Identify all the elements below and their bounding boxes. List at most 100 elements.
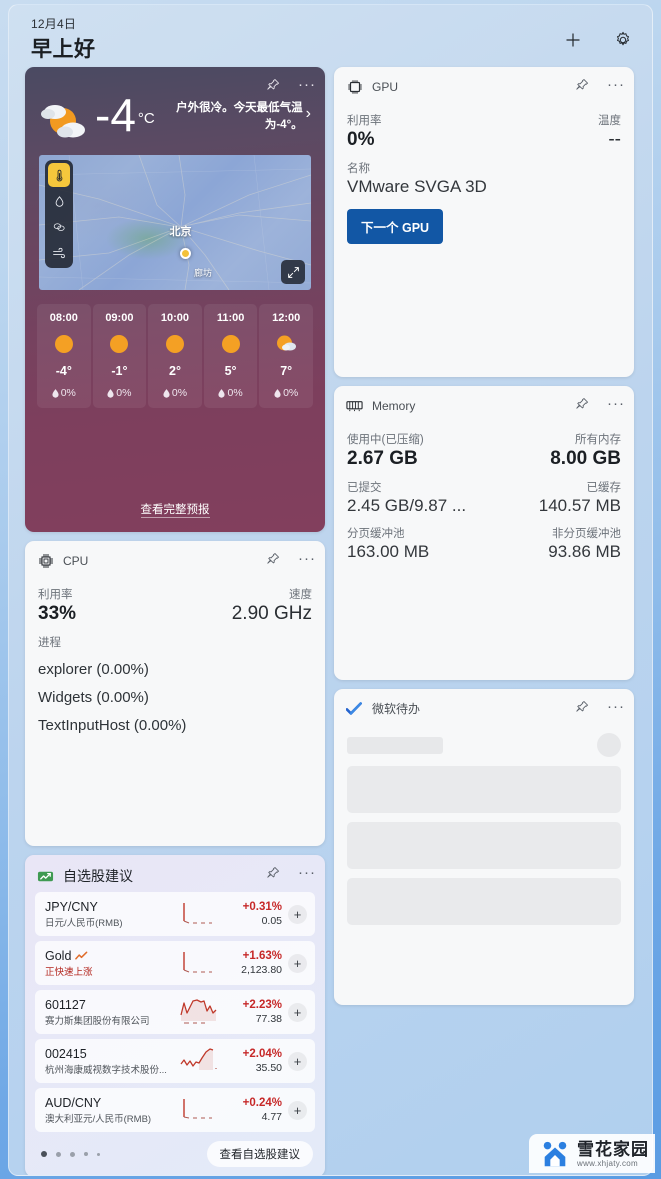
snowflake-house-icon bbox=[543, 1141, 567, 1167]
add-stock-button[interactable]: + bbox=[288, 904, 307, 924]
gpu-usage-label: 利用率 bbox=[347, 115, 382, 127]
hour-temp: -1° bbox=[111, 364, 128, 378]
wind-layer-icon[interactable] bbox=[48, 241, 70, 265]
pin-icon bbox=[576, 398, 589, 409]
add-stock-button[interactable]: + bbox=[288, 1100, 307, 1120]
memory-widget[interactable]: Memory ··· 使用中(已压缩) 所有内存 2.67 GB 8.00 GB… bbox=[334, 386, 634, 680]
page-dot[interactable] bbox=[56, 1151, 61, 1157]
weather-description-wrap[interactable]: 户外很冷。今天最低气温为-4°。 › bbox=[163, 93, 311, 134]
cpu-title: CPU bbox=[63, 553, 89, 568]
cpu-header-actions: ··· bbox=[265, 551, 315, 567]
cpu-values-row: 33% 2.90 GHz bbox=[38, 602, 312, 625]
pin-button[interactable] bbox=[265, 551, 281, 567]
cpu-usage-value: 33% bbox=[38, 603, 77, 624]
hour-time: 09:00 bbox=[105, 312, 134, 324]
page-dot[interactable] bbox=[97, 1152, 100, 1156]
hour-temp: 2° bbox=[169, 364, 181, 378]
pin-button[interactable] bbox=[574, 699, 590, 715]
map-city-label-2: 廊坊 bbox=[194, 267, 213, 278]
watermark-url: www.xhjaty.com bbox=[577, 1158, 638, 1168]
panel-header: 12月4日 早上好 bbox=[9, 5, 652, 67]
page-dot[interactable] bbox=[41, 1151, 47, 1157]
temperature-layer-icon[interactable] bbox=[48, 163, 70, 187]
stock-names: 002415 杭州海康威视数字技术股份... bbox=[45, 1047, 172, 1076]
memory-values-row-1: 2.67 GB 8.00 GB bbox=[347, 447, 621, 470]
gpu-temp-value: -- bbox=[608, 129, 621, 150]
memory-nonpaged-label: 非分页缓冲池 bbox=[552, 528, 621, 540]
memory-total-label: 所有内存 bbox=[575, 434, 621, 446]
more-options-button[interactable]: ··· bbox=[298, 77, 315, 93]
cpu-body: 利用率 速度 33% 2.90 GHz 进程 explorer (0.00%) … bbox=[25, 573, 325, 748]
stock-row[interactable]: Gold 正快速上涨 +1.63% 2,123.80 + bbox=[35, 941, 315, 985]
todo-skeleton-header bbox=[347, 733, 621, 757]
gpu-widget[interactable]: GPU ··· 利用率 温度 0% -- 名称 VMware SVGA 3D 下… bbox=[334, 67, 634, 377]
hour-item[interactable]: 12:00 7° 0% bbox=[259, 304, 313, 408]
memory-header: Memory ··· bbox=[334, 386, 634, 418]
next-gpu-button[interactable]: 下一个 GPU bbox=[347, 209, 444, 244]
add-stock-button[interactable]: + bbox=[288, 1002, 307, 1022]
hour-item[interactable]: 09:00 -1° 0% bbox=[92, 304, 147, 408]
add-stock-button[interactable]: + bbox=[288, 953, 307, 973]
todo-header: 微软待办 ··· bbox=[334, 689, 634, 721]
stock-row[interactable]: 002415 杭州海康威视数字技术股份... +2.04% 35.50 + bbox=[35, 1039, 315, 1083]
stock-row[interactable]: JPY/CNY 日元/人民币(RMB) +0.31% 0.05 + bbox=[35, 892, 315, 936]
gpu-name-label: 名称 bbox=[347, 163, 370, 175]
page-dot[interactable] bbox=[70, 1151, 75, 1157]
view-stocks-link[interactable]: 查看自选股建议 bbox=[206, 1141, 313, 1167]
partly-cloudy-icon bbox=[275, 333, 297, 355]
page-dot[interactable] bbox=[84, 1152, 88, 1156]
hour-item[interactable]: 08:00 -4° 0% bbox=[37, 304, 91, 408]
more-options-button[interactable]: ··· bbox=[607, 77, 624, 93]
stocks-widget[interactable]: 自选股建议 ··· JPY/CNY 日元/人民币(RMB) +0.31% 0.0… bbox=[25, 855, 325, 1175]
pin-button[interactable] bbox=[265, 865, 281, 881]
memory-cached-value: 140.57 MB bbox=[538, 496, 621, 515]
cpu-widget[interactable]: CPU ··· 利用率 速度 33% 2.90 GHz 进程 explorer … bbox=[25, 541, 325, 846]
cpu-speed-value: 2.90 GHz bbox=[231, 603, 312, 624]
hour-precip: 0% bbox=[274, 387, 298, 399]
sparkline-chart bbox=[183, 952, 212, 973]
stock-change-percent: +2.23% bbox=[242, 999, 282, 1011]
weather-map[interactable]: 北京 廊坊 bbox=[39, 155, 311, 290]
stock-row[interactable]: 601127 赛力斯集团股份有限公司 +2.23% 77.38 + bbox=[35, 990, 315, 1034]
full-forecast-link[interactable]: 查看完整预报 bbox=[140, 504, 210, 518]
stock-subtitle: 杭州海康威视数字技术股份... bbox=[45, 1064, 167, 1076]
more-options-button[interactable]: ··· bbox=[607, 699, 624, 715]
stock-numbers: +1.63% 2,123.80 bbox=[226, 950, 282, 976]
stock-row[interactable]: AUD/CNY 澳大利亚元/人民币(RMB) +0.24% 4.77 + bbox=[35, 1088, 315, 1132]
weather-description: 户外很冷。今天最低气温为-4°。 bbox=[176, 102, 303, 131]
memory-paged-value: 163.00 MB bbox=[347, 542, 430, 561]
hourly-forecast: 08:00 -4° 0% 09:00 -1° 0% 10:00 2° 0% 11… bbox=[37, 304, 313, 408]
add-stock-button[interactable]: + bbox=[288, 1051, 307, 1071]
memory-values-row-3: 163.00 MB 93.86 MB bbox=[347, 541, 621, 562]
stock-symbol-text: Gold bbox=[45, 948, 72, 963]
todo-widget[interactable]: 微软待办 ··· bbox=[334, 689, 634, 1005]
memory-total-value: 8.00 GB bbox=[550, 448, 621, 469]
cpu-processes-label: 进程 bbox=[38, 637, 61, 649]
map-expand-button[interactable] bbox=[281, 260, 305, 284]
weather-header-actions: ··· bbox=[265, 77, 315, 93]
add-widget-button[interactable] bbox=[562, 29, 584, 51]
hour-item[interactable]: 10:00 2° 0% bbox=[148, 304, 202, 408]
more-options-button[interactable]: ··· bbox=[298, 551, 315, 567]
stocks-header-actions: ··· bbox=[265, 865, 315, 881]
stocks-title: 自选股建议 bbox=[63, 868, 133, 884]
more-options-button[interactable]: ··· bbox=[298, 865, 315, 881]
page-indicator bbox=[41, 1151, 100, 1157]
pin-button[interactable] bbox=[265, 77, 281, 93]
sparkline-chart bbox=[183, 1099, 212, 1119]
temperature-value: -4 bbox=[95, 89, 136, 141]
precipitation-layer-icon[interactable] bbox=[48, 189, 70, 213]
pin-button[interactable] bbox=[574, 77, 590, 93]
hour-item[interactable]: 11:00 5° 0% bbox=[203, 304, 258, 408]
pin-button[interactable] bbox=[574, 396, 590, 412]
gear-icon bbox=[617, 31, 629, 46]
cpu-labels-row: 利用率 速度 bbox=[38, 577, 312, 602]
weather-widget[interactable]: ··· -4 °C 户外很冷。今天最低气温为-4°。 › 北京 廊坊 08:00… bbox=[25, 67, 325, 532]
more-options-button[interactable]: ··· bbox=[607, 396, 624, 412]
settings-button[interactable] bbox=[612, 29, 634, 51]
memory-paged-label: 分页缓冲池 bbox=[347, 528, 405, 540]
right-column: GPU ··· 利用率 温度 0% -- 名称 VMware SVGA 3D 下… bbox=[334, 67, 634, 1175]
map-city-label: 北京 bbox=[169, 225, 192, 238]
pin-icon bbox=[576, 701, 589, 712]
clouds-layer-icon[interactable] bbox=[48, 215, 70, 239]
